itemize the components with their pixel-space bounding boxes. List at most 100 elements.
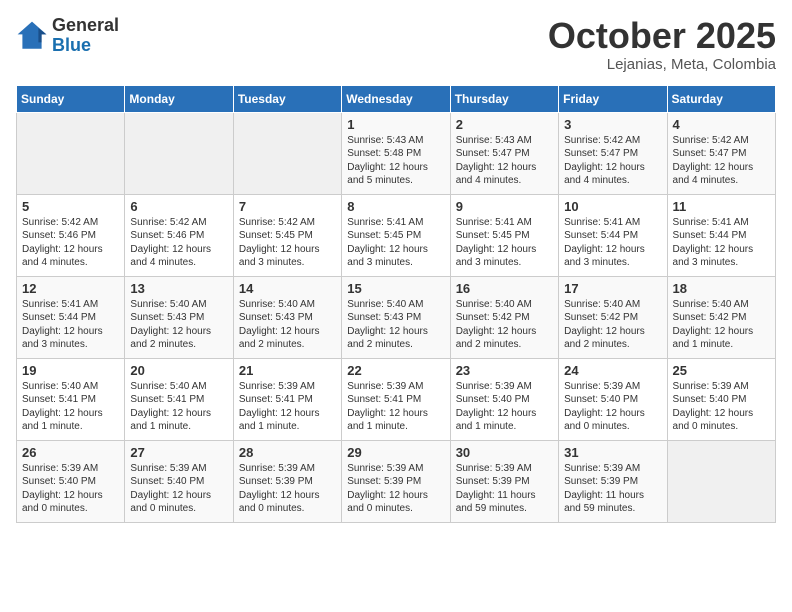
day-number: 28	[239, 445, 336, 460]
day-number: 20	[130, 363, 227, 378]
calendar-cell: 14 Sunrise: 5:40 AM Sunset: 5:43 PM Dayli…	[233, 276, 341, 358]
day-number: 5	[22, 199, 119, 214]
calendar-body: 1 Sunrise: 5:43 AM Sunset: 5:48 PM Daylig…	[17, 112, 776, 522]
day-number: 27	[130, 445, 227, 460]
cell-content: Sunrise: 5:42 AM Sunset: 5:46 PM Dayligh…	[130, 216, 227, 270]
calendar-cell	[17, 112, 125, 194]
cell-content: Sunrise: 5:39 AM Sunset: 5:40 PM Dayligh…	[130, 462, 227, 516]
logo-general: General	[52, 16, 119, 36]
cell-content: Sunrise: 5:39 AM Sunset: 5:39 PM Dayligh…	[456, 462, 553, 516]
cell-content: Sunrise: 5:40 AM Sunset: 5:43 PM Dayligh…	[130, 298, 227, 352]
calendar-week-1: 1 Sunrise: 5:43 AM Sunset: 5:48 PM Daylig…	[17, 112, 776, 194]
day-number: 3	[564, 117, 661, 132]
calendar-week-3: 12 Sunrise: 5:41 AM Sunset: 5:44 PM Dayli…	[17, 276, 776, 358]
day-number: 22	[347, 363, 444, 378]
calendar-cell: 28Sunrise: 5:39 AM Sunset: 5:39 PM Dayli…	[233, 440, 341, 522]
calendar-cell: 1 Sunrise: 5:43 AM Sunset: 5:48 PM Daylig…	[342, 112, 450, 194]
weekday-row: SundayMondayTuesdayWednesdayThursdayFrid…	[17, 85, 776, 112]
day-number: 7	[239, 199, 336, 214]
calendar-table: SundayMondayTuesdayWednesdayThursdayFrid…	[16, 85, 776, 523]
calendar-cell: 15Sunrise: 5:40 AM Sunset: 5:43 PM Dayli…	[342, 276, 450, 358]
calendar-week-4: 19 Sunrise: 5:40 AM Sunset: 5:41 PM Dayli…	[17, 358, 776, 440]
day-number: 10	[564, 199, 661, 214]
cell-content: Sunrise: 5:39 AM Sunset: 5:40 PM Dayligh…	[456, 380, 553, 434]
calendar-week-2: 5 Sunrise: 5:42 AM Sunset: 5:46 PM Daylig…	[17, 194, 776, 276]
cell-content: Sunrise: 5:40 AM Sunset: 5:43 PM Dayligh…	[239, 298, 336, 352]
calendar-cell	[125, 112, 233, 194]
page-header: General Blue October 2025 Lejanias, Meta…	[16, 16, 776, 73]
weekday-header-monday: Monday	[125, 85, 233, 112]
calendar-cell: 6 Sunrise: 5:42 AM Sunset: 5:46 PM Daylig…	[125, 194, 233, 276]
weekday-header-friday: Friday	[559, 85, 667, 112]
day-number: 23	[456, 363, 553, 378]
cell-content: Sunrise: 5:43 AM Sunset: 5:48 PM Dayligh…	[347, 134, 444, 188]
cell-content: Sunrise: 5:42 AM Sunset: 5:45 PM Dayligh…	[239, 216, 336, 270]
day-number: 6	[130, 199, 227, 214]
calendar-cell: 11Sunrise: 5:41 AM Sunset: 5:44 PM Dayli…	[667, 194, 775, 276]
cell-content: Sunrise: 5:39 AM Sunset: 5:40 PM Dayligh…	[22, 462, 119, 516]
calendar-cell: 18Sunrise: 5:40 AM Sunset: 5:42 PM Dayli…	[667, 276, 775, 358]
month-title: October 2025	[548, 16, 776, 56]
calendar-cell: 20 Sunrise: 5:40 AM Sunset: 5:41 PM Dayli…	[125, 358, 233, 440]
calendar-cell: 9 Sunrise: 5:41 AM Sunset: 5:45 PM Daylig…	[450, 194, 558, 276]
cell-content: Sunrise: 5:41 AM Sunset: 5:44 PM Dayligh…	[673, 216, 770, 270]
day-number: 14	[239, 281, 336, 296]
day-number: 31	[564, 445, 661, 460]
cell-content: Sunrise: 5:39 AM Sunset: 5:39 PM Dayligh…	[564, 462, 661, 516]
cell-content: Sunrise: 5:43 AM Sunset: 5:47 PM Dayligh…	[456, 134, 553, 188]
weekday-header-tuesday: Tuesday	[233, 85, 341, 112]
calendar-cell: 30 Sunrise: 5:39 AM Sunset: 5:39 PM Dayli…	[450, 440, 558, 522]
logo-blue: Blue	[52, 36, 119, 56]
day-number: 25	[673, 363, 770, 378]
calendar-week-5: 26Sunrise: 5:39 AM Sunset: 5:40 PM Dayli…	[17, 440, 776, 522]
logo: General Blue	[16, 16, 119, 56]
calendar-cell: 31 Sunrise: 5:39 AM Sunset: 5:39 PM Dayli…	[559, 440, 667, 522]
cell-content: Sunrise: 5:42 AM Sunset: 5:47 PM Dayligh…	[673, 134, 770, 188]
day-number: 2	[456, 117, 553, 132]
cell-content: Sunrise: 5:39 AM Sunset: 5:40 PM Dayligh…	[564, 380, 661, 434]
calendar-cell: 3Sunrise: 5:42 AM Sunset: 5:47 PM Daylig…	[559, 112, 667, 194]
weekday-header-wednesday: Wednesday	[342, 85, 450, 112]
cell-content: Sunrise: 5:41 AM Sunset: 5:45 PM Dayligh…	[456, 216, 553, 270]
cell-content: Sunrise: 5:40 AM Sunset: 5:42 PM Dayligh…	[456, 298, 553, 352]
calendar-cell	[667, 440, 775, 522]
calendar-cell: 10Sunrise: 5:41 AM Sunset: 5:44 PM Dayli…	[559, 194, 667, 276]
cell-content: Sunrise: 5:39 AM Sunset: 5:41 PM Dayligh…	[239, 380, 336, 434]
day-number: 1	[347, 117, 444, 132]
calendar-cell: 26Sunrise: 5:39 AM Sunset: 5:40 PM Dayli…	[17, 440, 125, 522]
calendar-cell: 17Sunrise: 5:40 AM Sunset: 5:42 PM Dayli…	[559, 276, 667, 358]
calendar-cell: 13 Sunrise: 5:40 AM Sunset: 5:43 PM Dayli…	[125, 276, 233, 358]
calendar-cell: 22 Sunrise: 5:39 AM Sunset: 5:41 PM Dayli…	[342, 358, 450, 440]
cell-content: Sunrise: 5:39 AM Sunset: 5:39 PM Dayligh…	[347, 462, 444, 516]
calendar-cell: 2 Sunrise: 5:43 AM Sunset: 5:47 PM Daylig…	[450, 112, 558, 194]
day-number: 17	[564, 281, 661, 296]
weekday-header-sunday: Sunday	[17, 85, 125, 112]
day-number: 12	[22, 281, 119, 296]
calendar-cell: 4 Sunrise: 5:42 AM Sunset: 5:47 PM Daylig…	[667, 112, 775, 194]
calendar-header: SundayMondayTuesdayWednesdayThursdayFrid…	[17, 85, 776, 112]
day-number: 15	[347, 281, 444, 296]
day-number: 29	[347, 445, 444, 460]
calendar-cell: 24 Sunrise: 5:39 AM Sunset: 5:40 PM Dayli…	[559, 358, 667, 440]
cell-content: Sunrise: 5:39 AM Sunset: 5:41 PM Dayligh…	[347, 380, 444, 434]
calendar-cell: 21Sunrise: 5:39 AM Sunset: 5:41 PM Dayli…	[233, 358, 341, 440]
cell-content: Sunrise: 5:41 AM Sunset: 5:45 PM Dayligh…	[347, 216, 444, 270]
day-number: 30	[456, 445, 553, 460]
day-number: 16	[456, 281, 553, 296]
day-number: 24	[564, 363, 661, 378]
cell-content: Sunrise: 5:40 AM Sunset: 5:41 PM Dayligh…	[130, 380, 227, 434]
cell-content: Sunrise: 5:39 AM Sunset: 5:40 PM Dayligh…	[673, 380, 770, 434]
day-number: 9	[456, 199, 553, 214]
calendar-cell: 5Sunrise: 5:42 AM Sunset: 5:46 PM Daylig…	[17, 194, 125, 276]
location-subtitle: Lejanias, Meta, Colombia	[548, 56, 776, 73]
day-number: 13	[130, 281, 227, 296]
calendar-cell: 16 Sunrise: 5:40 AM Sunset: 5:42 PM Dayli…	[450, 276, 558, 358]
weekday-header-saturday: Saturday	[667, 85, 775, 112]
day-number: 4	[673, 117, 770, 132]
calendar-cell: 27 Sunrise: 5:39 AM Sunset: 5:40 PM Dayli…	[125, 440, 233, 522]
cell-content: Sunrise: 5:41 AM Sunset: 5:44 PM Dayligh…	[22, 298, 119, 352]
calendar-cell: 29 Sunrise: 5:39 AM Sunset: 5:39 PM Dayli…	[342, 440, 450, 522]
day-number: 8	[347, 199, 444, 214]
cell-content: Sunrise: 5:40 AM Sunset: 5:41 PM Dayligh…	[22, 380, 119, 434]
day-number: 19	[22, 363, 119, 378]
